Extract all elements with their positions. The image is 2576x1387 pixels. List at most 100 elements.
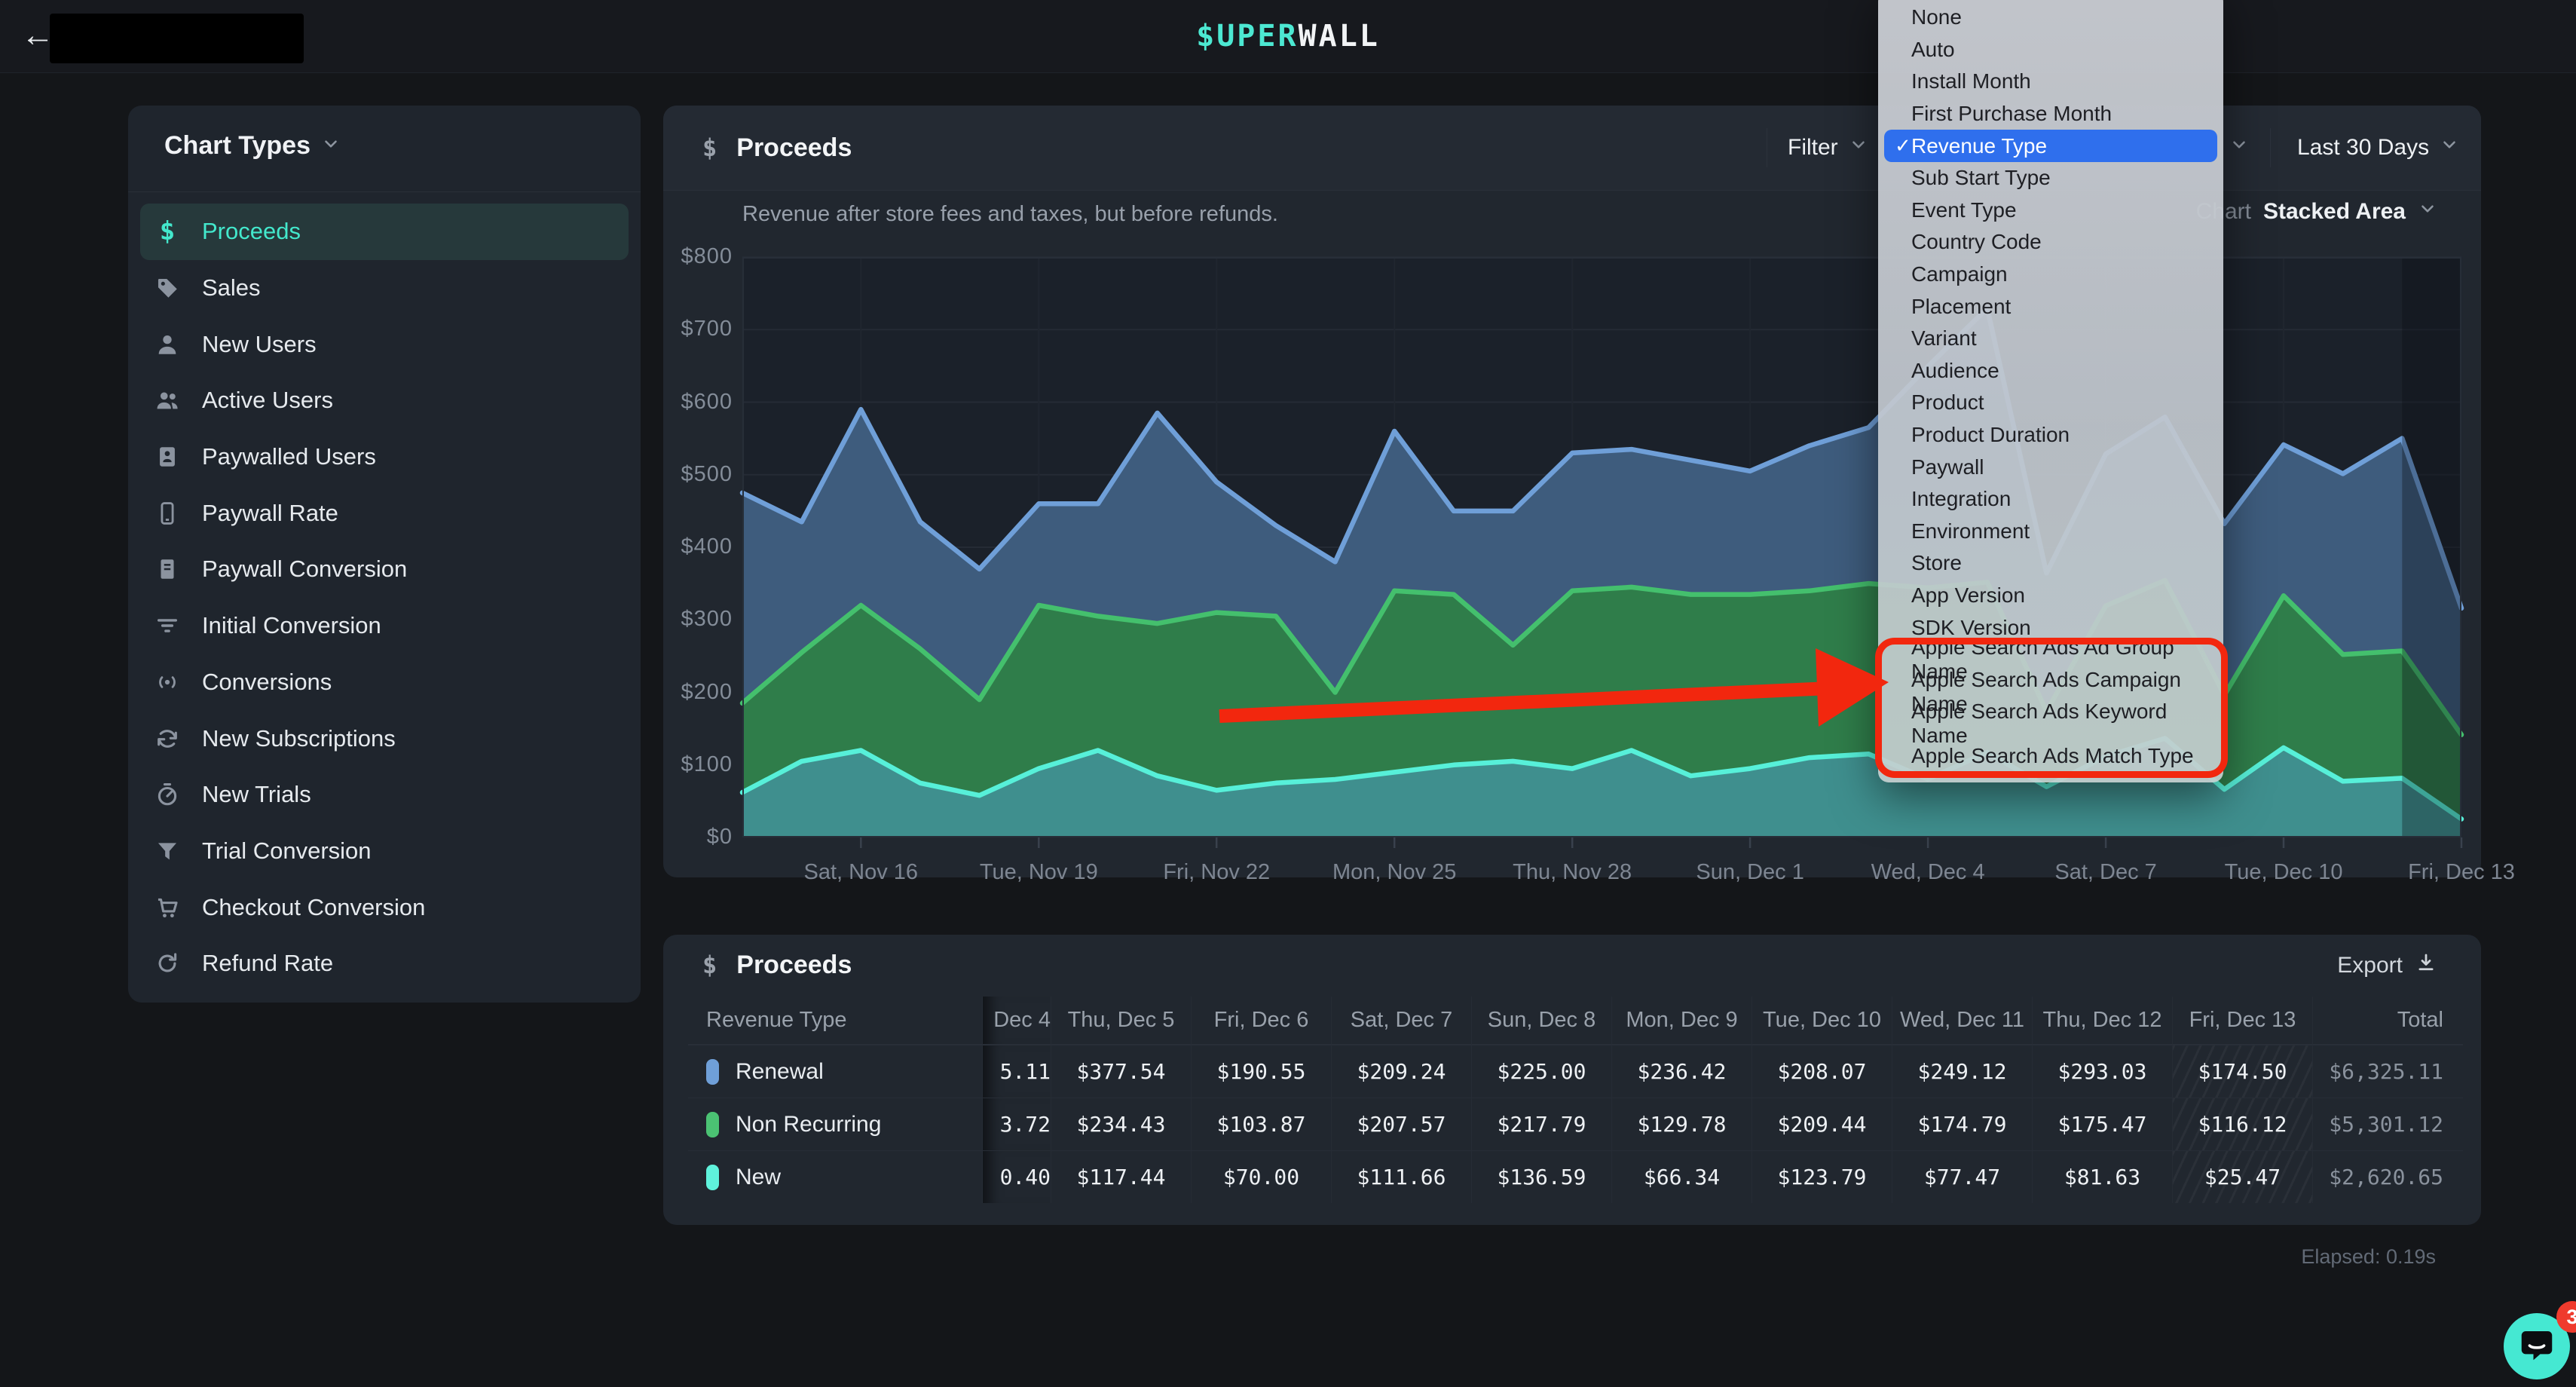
- series-name: Renewal: [736, 1059, 824, 1085]
- sidebar-item-label: Initial Conversion: [202, 612, 381, 639]
- sidebar-item-sales[interactable]: Sales: [140, 260, 629, 317]
- table-cell: $377.54: [1051, 1045, 1191, 1098]
- y-axis-label: $400: [681, 534, 733, 559]
- funnel-icon: [152, 838, 182, 864]
- menu-item-label: First Purchase Month: [1911, 102, 2112, 126]
- menu-item-paywall[interactable]: Paywall: [1878, 451, 2223, 483]
- x-axis-label: Mon, Nov 25: [1332, 860, 1456, 885]
- rotate-ccw-icon: [152, 951, 182, 976]
- table-column-header: Dec 4: [982, 997, 1051, 1045]
- sidebar-item-initial-conversion[interactable]: Initial Conversion: [140, 598, 629, 654]
- sidebar-item-new-users[interactable]: New Users: [140, 316, 629, 372]
- menu-item-first-purchase-month[interactable]: First Purchase Month: [1878, 98, 2223, 130]
- sidebar-item-refund-rate[interactable]: Refund Rate: [140, 935, 629, 992]
- export-button[interactable]: Export: [2337, 951, 2437, 980]
- table-cell: $207.57: [1331, 1098, 1471, 1150]
- table-row-label-non-recurring: Non Recurring: [688, 1098, 982, 1150]
- sidebar-item-checkout-conversion[interactable]: Checkout Conversion: [140, 879, 629, 935]
- table-cell: $249.12: [1892, 1045, 2032, 1098]
- x-axis-label: Tue, Dec 10: [2225, 860, 2343, 885]
- table-panel-title: $ Proceeds: [702, 935, 852, 995]
- sidebar-item-trial-conversion[interactable]: Trial Conversion: [140, 823, 629, 880]
- table-cell: $117.44: [1051, 1150, 1191, 1203]
- menu-item-none[interactable]: None: [1878, 2, 2223, 34]
- table-cell: $136.59: [1471, 1150, 1611, 1203]
- cart-icon: [152, 895, 182, 920]
- chevron-down-icon: [321, 131, 341, 161]
- signal-dot-icon: [152, 669, 182, 695]
- sidebar-item-label: Trial Conversion: [202, 837, 372, 865]
- sidebar-item-paywall-conversion[interactable]: Paywall Conversion: [140, 541, 629, 598]
- chevron-down-icon: [2440, 135, 2459, 161]
- y-axis-label: $700: [681, 317, 733, 341]
- table-column-header: Sat, Dec 7: [1331, 997, 1471, 1045]
- chevron-down-icon: [2229, 135, 2249, 161]
- sidebar-item-paywall-rate[interactable]: Paywall Rate: [140, 485, 629, 541]
- table-column-header: Fri, Dec 6: [1191, 997, 1331, 1045]
- sidebar-item-conversions[interactable]: Conversions: [140, 654, 629, 711]
- y-axis-label: $300: [681, 607, 733, 632]
- table-cell: $123.79: [1751, 1150, 1892, 1203]
- y-axis-label: $500: [681, 462, 733, 487]
- table-cell: 0.40: [982, 1150, 1051, 1203]
- menu-item-app-version[interactable]: App Version: [1878, 580, 2223, 612]
- sidebar-item-proceeds[interactable]: $Proceeds: [140, 204, 629, 260]
- elapsed-time: Elapsed: 0.19s: [2301, 1245, 2436, 1269]
- checkmark-icon: ✓: [1895, 134, 1911, 158]
- chat-bubble-icon: [2516, 1324, 2557, 1369]
- menu-item-country-code[interactable]: Country Code: [1878, 226, 2223, 259]
- table-column-header: Fri, Dec 13: [2172, 997, 2312, 1045]
- menu-item-event-type[interactable]: Event Type: [1878, 194, 2223, 227]
- menu-item-auto[interactable]: Auto: [1878, 34, 2223, 66]
- menu-item-product-duration[interactable]: Product Duration: [1878, 419, 2223, 452]
- menu-item-store[interactable]: Store: [1878, 547, 2223, 580]
- chart-types-header[interactable]: Chart Types: [164, 131, 341, 161]
- sidebar-item-new-trials[interactable]: New Trials: [140, 767, 629, 823]
- menu-item-environment[interactable]: Environment: [1878, 516, 2223, 548]
- menu-item-placement[interactable]: Placement: [1878, 290, 2223, 323]
- y-axis-label: $0: [707, 825, 733, 850]
- menu-item-label: Sub Start Type: [1911, 166, 2051, 190]
- menu-item-install-month[interactable]: Install Month: [1878, 66, 2223, 98]
- date-range-dropdown[interactable]: Last 30 Days: [2297, 106, 2459, 190]
- menu-item-integration[interactable]: Integration: [1878, 483, 2223, 516]
- sidebar-item-label: Sales: [202, 274, 261, 302]
- table-cell: $77.47: [1892, 1150, 2032, 1203]
- menu-item-variant[interactable]: Variant: [1878, 323, 2223, 355]
- table-cell: $174.79: [1892, 1098, 2032, 1150]
- filter-lines-icon: [152, 613, 182, 638]
- menu-item-label: Event Type: [1911, 198, 2017, 222]
- filter-label: Filter: [1788, 135, 1838, 161]
- sidebar-item-paywalled-users[interactable]: Paywalled Users: [140, 429, 629, 485]
- y-axis-labels: $0$100$200$300$400$500$600$700$800: [663, 257, 733, 837]
- export-label: Export: [2337, 953, 2403, 978]
- x-axis-labels: Sat, Nov 16Tue, Nov 19Fri, Nov 22Mon, No…: [742, 854, 2461, 884]
- menu-item-product[interactable]: Product: [1878, 387, 2223, 419]
- group-by-select[interactable]: [2229, 106, 2249, 190]
- sidebar-item-label: Active Users: [202, 387, 333, 414]
- smartphone-icon: [152, 501, 182, 526]
- table-cell: $103.87: [1191, 1098, 1331, 1150]
- menu-item-audience[interactable]: Audience: [1878, 355, 2223, 387]
- table-cell: 5.11: [982, 1045, 1051, 1098]
- sidebar-item-label: Refund Rate: [202, 950, 333, 977]
- menu-item-campaign[interactable]: Campaign: [1878, 259, 2223, 291]
- table-cell: $217.79: [1471, 1098, 1611, 1150]
- table-cell: $111.66: [1331, 1150, 1471, 1203]
- menu-item-label: None: [1911, 5, 1962, 29]
- dollar-icon: $: [702, 953, 717, 977]
- table-panel-title-text: Proceeds: [736, 951, 852, 980]
- series-color-chip: [706, 1112, 719, 1137]
- menu-item-label: Integration: [1911, 487, 2011, 511]
- filter-dropdown[interactable]: Filter: [1788, 106, 1868, 190]
- table-column-header: Sun, Dec 8: [1471, 997, 1611, 1045]
- download-icon: [2415, 951, 2437, 980]
- sidebar-item-new-subscriptions[interactable]: New Subscriptions: [140, 710, 629, 767]
- y-axis-label: $200: [681, 680, 733, 705]
- sidebar-item-active-users[interactable]: Active Users: [140, 372, 629, 429]
- x-axis-label: Fri, Dec 13: [2408, 860, 2515, 885]
- table-cell: $116.12: [2172, 1098, 2312, 1150]
- chart-type-dropdown[interactable]: Chart Stacked Area: [2196, 199, 2437, 225]
- menu-item-sub-start-type[interactable]: Sub Start Type: [1878, 162, 2223, 194]
- menu-item-revenue-type[interactable]: ✓Revenue Type: [1884, 130, 2217, 162]
